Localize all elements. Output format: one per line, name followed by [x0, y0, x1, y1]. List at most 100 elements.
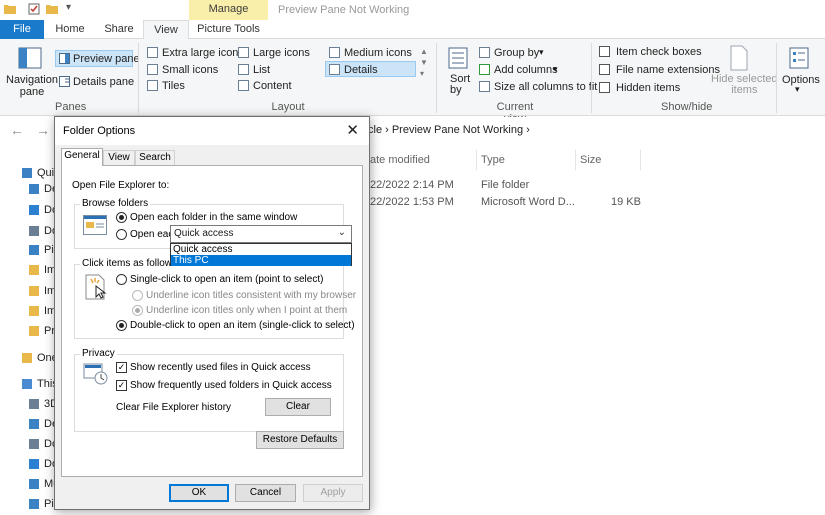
panes-group-label: Panes: [55, 101, 87, 113]
tab-file[interactable]: File: [0, 20, 44, 39]
tiles-icon: [147, 80, 158, 91]
tab-home[interactable]: Home: [44, 20, 96, 39]
chevron-down-icon: ⌄: [337, 227, 346, 238]
underline-consistent-radio[interactable]: [132, 290, 143, 301]
navigation-pane-button[interactable]: Navigation pane: [6, 74, 58, 98]
layout-scroll-arrows-icon[interactable]: ▲ ▼ ▾: [420, 46, 428, 79]
column-divider[interactable]: [640, 150, 641, 170]
details-pane-button[interactable]: Details pane: [73, 76, 134, 88]
hide-selected-items-button[interactable]: Hide selected items: [711, 74, 778, 96]
item-check-boxes-label: Item check boxes: [616, 46, 702, 58]
row-1-type: File folder: [481, 179, 530, 191]
frequent-folders-checkbox[interactable]: ✓: [116, 380, 127, 391]
recent-files-checkbox[interactable]: ✓: [116, 362, 127, 373]
nav-item-icon: [29, 326, 39, 336]
dropdown-option-this-pc[interactable]: This PC: [171, 255, 351, 266]
nav-item-icon: [29, 226, 39, 236]
single-click-radio[interactable]: [116, 274, 127, 285]
content-option[interactable]: Content: [253, 80, 292, 92]
new-folder-icon[interactable]: [46, 3, 58, 15]
small-icons-option[interactable]: Small icons: [162, 64, 218, 76]
content-icon: [238, 80, 249, 91]
general-tab-panel: Open File Explorer to: Browse folders Op…: [61, 165, 363, 477]
file-name-extensions-checkbox[interactable]: [599, 64, 610, 75]
open-file-explorer-dropdown[interactable]: Quick access ⌄: [170, 225, 352, 243]
ok-button[interactable]: OK: [169, 484, 229, 502]
nav-item-icon: [22, 168, 32, 178]
tab-view[interactable]: View: [143, 20, 189, 40]
nav-item-icon: [29, 459, 39, 469]
restore-defaults-button[interactable]: Restore Defaults: [256, 431, 344, 449]
row-2-type: Microsoft Word D...: [481, 196, 575, 208]
options-button[interactable]: Options: [782, 74, 820, 86]
row-2-date: 22/2022 1:53 PM: [370, 196, 454, 208]
clear-history-button[interactable]: Clear: [265, 398, 331, 416]
size-all-columns-button[interactable]: Size all columns to fit: [494, 81, 597, 93]
folder-options-dialog: Folder Options ✕ General View Search Ope…: [54, 116, 370, 510]
breadcrumb[interactable]: cle › Preview Pane Not Working ›: [368, 124, 530, 136]
column-header-type[interactable]: Type: [481, 154, 505, 166]
tiles-option[interactable]: Tiles: [162, 80, 185, 92]
tab-share[interactable]: Share: [96, 20, 142, 39]
large-icons-option[interactable]: Large icons: [253, 47, 310, 59]
hidden-items-checkbox[interactable]: [599, 82, 610, 93]
apply-button[interactable]: Apply: [303, 484, 363, 502]
nav-item-icon: [29, 499, 39, 509]
list-option[interactable]: List: [253, 64, 270, 76]
medium-icons-option[interactable]: Medium icons: [344, 47, 412, 59]
nav-item-icon: [29, 205, 39, 215]
sort-by-button[interactable]: Sort by: [450, 74, 470, 96]
preview-pane-icon: [59, 53, 70, 64]
column-divider[interactable]: [476, 150, 477, 170]
double-click-radio[interactable]: [116, 320, 127, 331]
column-header-date[interactable]: ate modified: [370, 154, 430, 166]
qat-dropdown-icon[interactable]: ▾: [66, 2, 71, 13]
manage-context-tab[interactable]: Manage: [189, 0, 268, 20]
open-file-explorer-label: Open File Explorer to:: [72, 180, 170, 191]
back-arrow-icon[interactable]: ←: [10, 122, 24, 138]
group-by-button[interactable]: Group by: [494, 47, 539, 59]
small-icons-icon: [147, 64, 158, 75]
tab-search[interactable]: Search: [135, 150, 175, 166]
forward-arrow-icon[interactable]: →: [36, 122, 50, 138]
cancel-button[interactable]: Cancel: [235, 484, 296, 502]
close-icon[interactable]: ✕: [346, 121, 359, 139]
tab-picture-tools[interactable]: Picture Tools: [189, 20, 268, 39]
column-divider[interactable]: [575, 150, 576, 170]
large-icons-icon: [238, 47, 249, 58]
frequent-folders-label: Show frequently used folders in Quick ac…: [130, 380, 332, 391]
ribbon-separator: [138, 43, 139, 113]
nav-item-icon: [29, 306, 39, 316]
nav-item-icon: [29, 184, 39, 194]
underline-point-radio[interactable]: [132, 305, 143, 316]
group-by-icon: [479, 47, 490, 58]
item-check-boxes-checkbox[interactable]: [599, 46, 610, 57]
row-1-date: 22/2022 2:14 PM: [370, 179, 454, 191]
dialog-title: Folder Options: [63, 125, 136, 137]
group-by-chevron-icon: ▾: [539, 47, 544, 57]
add-columns-chevron-icon: ▾: [553, 64, 558, 74]
add-columns-button[interactable]: Add columns: [494, 64, 558, 76]
dropdown-option-quick-access[interactable]: Quick access: [171, 244, 351, 255]
title-bar: [0, 0, 825, 20]
extra-large-icons-option[interactable]: Extra large icons: [162, 47, 244, 59]
options-chevron-icon: ▾: [795, 84, 800, 94]
tab-view-options[interactable]: View: [103, 150, 135, 166]
clear-history-label: Clear File Explorer history: [116, 402, 232, 413]
open-same-window-radio[interactable]: [116, 212, 127, 223]
open-same-window-label: Open each folder in the same window: [130, 212, 298, 223]
open-own-window-radio[interactable]: [116, 229, 127, 240]
sort-by-icon: [448, 47, 468, 69]
tab-general[interactable]: General: [61, 148, 103, 166]
nav-item-icon: [29, 286, 39, 296]
nav-item-icon: [22, 379, 32, 389]
details-option[interactable]: Details: [344, 64, 378, 76]
hidden-items-label: Hidden items: [616, 82, 681, 94]
dropdown-value: Quick access: [174, 228, 234, 239]
privacy-title: Privacy: [80, 348, 117, 359]
properties-icon[interactable]: [28, 3, 40, 15]
browse-folders-title: Browse folders: [80, 198, 151, 209]
ribbon-separator: [436, 43, 437, 113]
column-header-size[interactable]: Size: [580, 154, 601, 166]
ribbon-separator: [591, 43, 592, 113]
